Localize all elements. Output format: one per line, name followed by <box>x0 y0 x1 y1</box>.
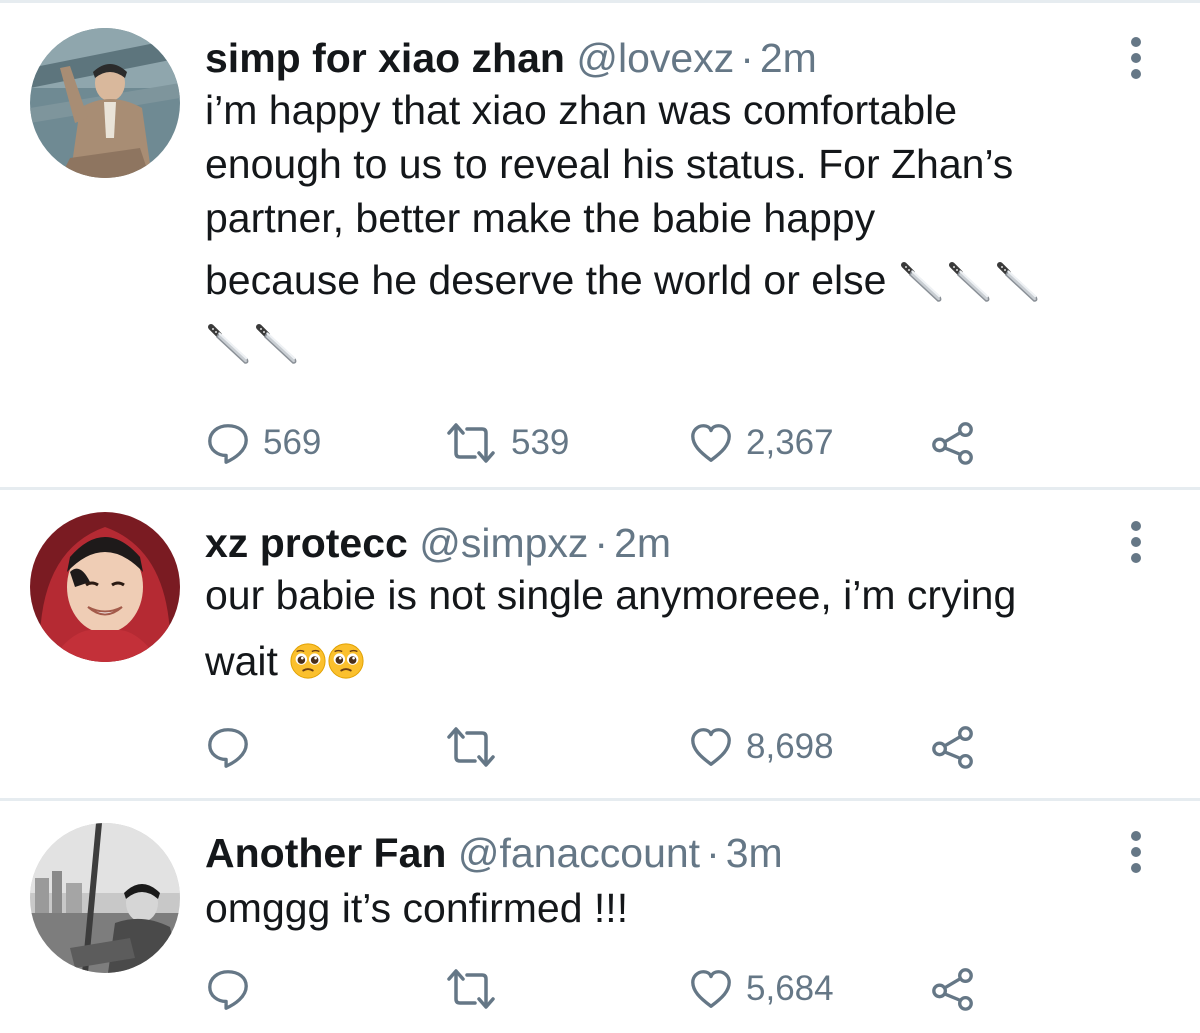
emoji-line <box>205 315 1165 369</box>
share-icon <box>930 420 976 466</box>
more-vertical-icon[interactable] <box>1126 37 1146 81</box>
share-button[interactable] <box>930 964 976 1014</box>
display-name[interactable]: xz protecc <box>205 520 408 566</box>
avatar[interactable] <box>30 823 180 973</box>
tweet[interactable]: simp for xiao zhan @lovexz · 2m i’m happy … <box>0 3 1200 490</box>
reply-count: 569 <box>263 423 322 462</box>
user-handle[interactable]: @simpxz <box>419 520 588 566</box>
reply-button[interactable] <box>205 964 263 1014</box>
reply-icon <box>205 724 251 770</box>
tweet[interactable]: xz protecc @simpxz · 2m our babie is not s… <box>0 490 1200 801</box>
retweet-icon <box>443 419 499 467</box>
avatar[interactable] <box>30 512 180 662</box>
tweet-text-line: because he deserve the world or else <box>205 257 887 303</box>
tweet-actions: 5,684 <box>205 964 1005 1014</box>
reply-button[interactable]: 569 <box>205 418 321 468</box>
tweet-text-line-with-emoji: because he deserve the world or else <box>205 253 1165 307</box>
knife-emoji <box>994 259 1042 307</box>
retweet-icon <box>443 723 499 771</box>
retweet-count: 539 <box>511 423 570 462</box>
tweet-text-line: omggg it’s confirmed !!! <box>205 885 629 931</box>
tweet-header: simp for xiao zhan @lovexz · 2m <box>205 33 817 83</box>
retweet-button[interactable] <box>443 722 511 772</box>
tweet-text: i’m happy that xiao zhan was comfortable… <box>205 83 1165 369</box>
separator: · <box>594 520 609 566</box>
heart-icon <box>688 724 734 770</box>
heart-icon <box>688 966 734 1012</box>
like-count: 8,698 <box>746 727 834 766</box>
like-button[interactable]: 2,367 <box>688 418 834 468</box>
retweet-button[interactable] <box>443 964 511 1014</box>
tweet-text-line: partner, better make the babie happy <box>205 195 876 241</box>
tweet[interactable]: Another Fan @fanaccount · 3m omggg it’s co… <box>0 801 1200 1033</box>
more-vertical-icon[interactable] <box>1126 521 1146 565</box>
retweet-button[interactable]: 539 <box>443 418 569 468</box>
tweet-text-line: i’m happy that xiao zhan was comfortable <box>205 87 958 133</box>
share-icon <box>930 966 976 1012</box>
reply-icon <box>205 966 251 1012</box>
display-name[interactable]: simp for xiao zhan <box>205 35 565 81</box>
heart-icon <box>688 420 734 466</box>
separator: · <box>740 35 754 81</box>
tweet-actions: 8,698 <box>205 722 1005 772</box>
tweet-header: Another Fan @fanaccount · 3m <box>205 828 783 878</box>
retweet-icon <box>443 965 499 1013</box>
timestamp[interactable]: 3m <box>726 830 783 876</box>
tweet-text-line: our babie is not single anymoreee, i’m c… <box>205 572 1017 618</box>
like-count: 5,684 <box>746 969 834 1008</box>
knife-emoji <box>205 321 253 369</box>
timestamp[interactable]: 2m <box>614 520 671 566</box>
share-button[interactable] <box>930 722 976 772</box>
tweet-actions: 569 539 2,367 <box>205 418 1005 468</box>
tweet-text-line: wait <box>205 638 278 684</box>
tweet-header: xz protecc @simpxz · 2m <box>205 518 671 568</box>
tweet-text: omggg it’s confirmed !!! <box>205 881 1165 935</box>
share-icon <box>930 724 976 770</box>
tweet-text-line-with-emoji: wait <box>205 634 1165 688</box>
pleading-face-emoji <box>327 642 365 680</box>
reply-icon <box>205 420 251 466</box>
like-button[interactable]: 8,698 <box>688 722 834 772</box>
timestamp[interactable]: 2m <box>760 35 817 81</box>
share-button[interactable] <box>930 418 976 468</box>
more-vertical-icon[interactable] <box>1126 831 1146 875</box>
like-count: 2,367 <box>746 423 834 462</box>
user-handle[interactable]: @fanaccount <box>458 830 700 876</box>
like-button[interactable]: 5,684 <box>688 964 834 1014</box>
display-name[interactable]: Another Fan <box>205 830 446 876</box>
avatar[interactable] <box>30 28 180 178</box>
knife-emoji <box>253 321 301 369</box>
pleading-face-emoji <box>289 642 327 680</box>
tweet-text-line: enough to us to reveal his status. For Z… <box>205 141 1014 187</box>
tweet-text: our babie is not single anymoreee, i’m c… <box>205 568 1165 688</box>
knife-emoji <box>898 259 946 307</box>
knife-emoji <box>946 259 994 307</box>
separator: · <box>706 830 720 876</box>
reply-button[interactable] <box>205 722 263 772</box>
user-handle[interactable]: @lovexz <box>576 35 734 81</box>
